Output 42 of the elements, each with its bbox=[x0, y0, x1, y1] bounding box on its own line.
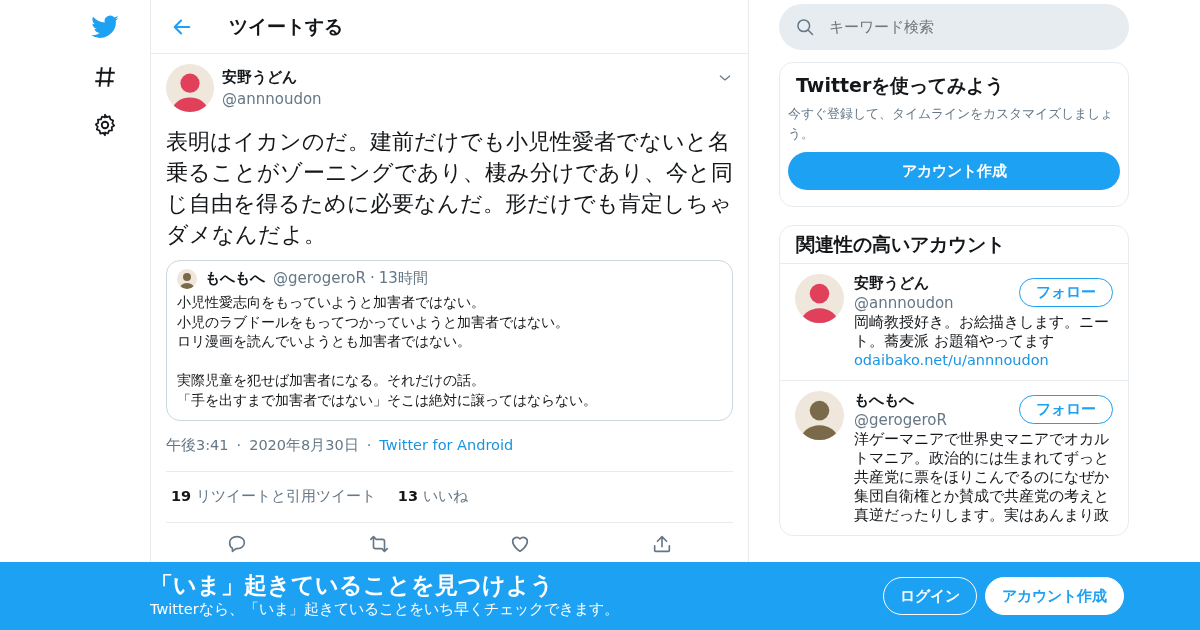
avatar bbox=[177, 269, 197, 289]
signup-button[interactable]: アカウント作成 bbox=[788, 151, 1120, 190]
hashtag-icon[interactable] bbox=[92, 64, 118, 90]
card-title: Twitterを使ってみよう bbox=[795, 73, 1006, 98]
stat-link[interactable]: 19 リツイートと引用ツイート bbox=[171, 485, 376, 508]
quote-line: 「手を出すまで加害者ではない」そこは絶対に譲ってはならない。 bbox=[177, 390, 598, 410]
quoted-tweet[interactable]: もへもへ @gerogeroR · 13時間 小児性愛志向をもっていようと加害者ではない。 小児のラブドールをもってつかっていようと加害者ではない。 ロリ漫画を読んでいようとも加害者ではない。 実際児童を犯せば加害者になる。それだけの話。 「手を出すまで加害者ではない」そこは絶対に譲ってはならない。 bbox=[166, 260, 733, 421]
separator-dot: · bbox=[366, 436, 372, 455]
page-title: ツイートする bbox=[229, 14, 343, 40]
quote-line: ロリ漫画を読んでいようとも加害者ではない。 bbox=[177, 332, 472, 351]
quote-line: 小児性愛志向をもっていようと加害者ではない。 bbox=[177, 293, 486, 312]
bio-link[interactable]: odaibako.net/u/annnoudon bbox=[854, 350, 1113, 370]
account-bio: 岡崎教授好き。お絵描きします。ニート。蕎麦派 お題箱やってます bbox=[854, 312, 1110, 351]
quote-author-handle: @gerogeroR bbox=[273, 269, 366, 289]
avatar bbox=[166, 64, 214, 112]
separator-dot: · bbox=[236, 436, 242, 455]
settings-icon[interactable] bbox=[92, 112, 118, 138]
separator-dot: · bbox=[369, 269, 375, 289]
card-text: 今すぐ登録して、タイムラインをカスタマイズしましょう。 bbox=[788, 104, 1114, 143]
follow-button[interactable]: フォロー bbox=[1019, 394, 1113, 425]
signup-button[interactable]: アカウント作成 bbox=[985, 576, 1124, 616]
quote-line: 小児のラブドールをもってつかっていようと加害者ではない。 bbox=[177, 312, 570, 332]
tweet-text: 表明はイカンのだ。建前だけでも小児性愛者でないと名乗ることがゾーニングであり、棲み分けであり、今と同じ自由を得るために必要なんだ。形だけでも肯定しちゃダメなんだよ。 bbox=[166, 128, 733, 249]
timestamp: 午後3:41 bbox=[166, 436, 229, 455]
banner-title: 「いま」起きていることを見つけよう bbox=[150, 571, 555, 600]
follow-button[interactable]: フォロー bbox=[1019, 277, 1113, 308]
author-name: 安野うどん bbox=[222, 66, 298, 88]
account-handle: @gerogeroR bbox=[854, 409, 947, 430]
stat-link[interactable]: 13 いいね bbox=[397, 485, 468, 508]
author-handle: @annnoudon bbox=[222, 89, 323, 110]
source-link[interactable]: Twitter for Android bbox=[379, 435, 514, 457]
account-name: 安野うどん bbox=[854, 273, 930, 293]
banner-subtitle: Twitterなら、「いま」起きていることをいち早くチェックできます。 bbox=[150, 600, 620, 620]
quote-author-name: もへもへ bbox=[205, 269, 265, 289]
account-name: もへもへ bbox=[854, 390, 915, 410]
quote-line: 実際児童を犯せば加害者になる。それだけの話。 bbox=[177, 371, 486, 390]
card-title: 関連性の高いアカウント bbox=[795, 232, 1006, 257]
search-field[interactable]: キーワード検索 bbox=[779, 4, 1129, 50]
timestamp: 2020年8月30日 bbox=[249, 436, 359, 455]
quote-time: 13時間 bbox=[378, 269, 428, 289]
account-handle: @annnoudon bbox=[854, 292, 954, 313]
account-bio: 洋ゲーマニアで世界史マニアでオカルトマニア。政治的には生まれてずっと共産党に票をほりこんでるのになぜか集団自衛権とか賛成で共産党の考えと真逆だったりします。実はあんまり政 bbox=[854, 429, 1110, 525]
